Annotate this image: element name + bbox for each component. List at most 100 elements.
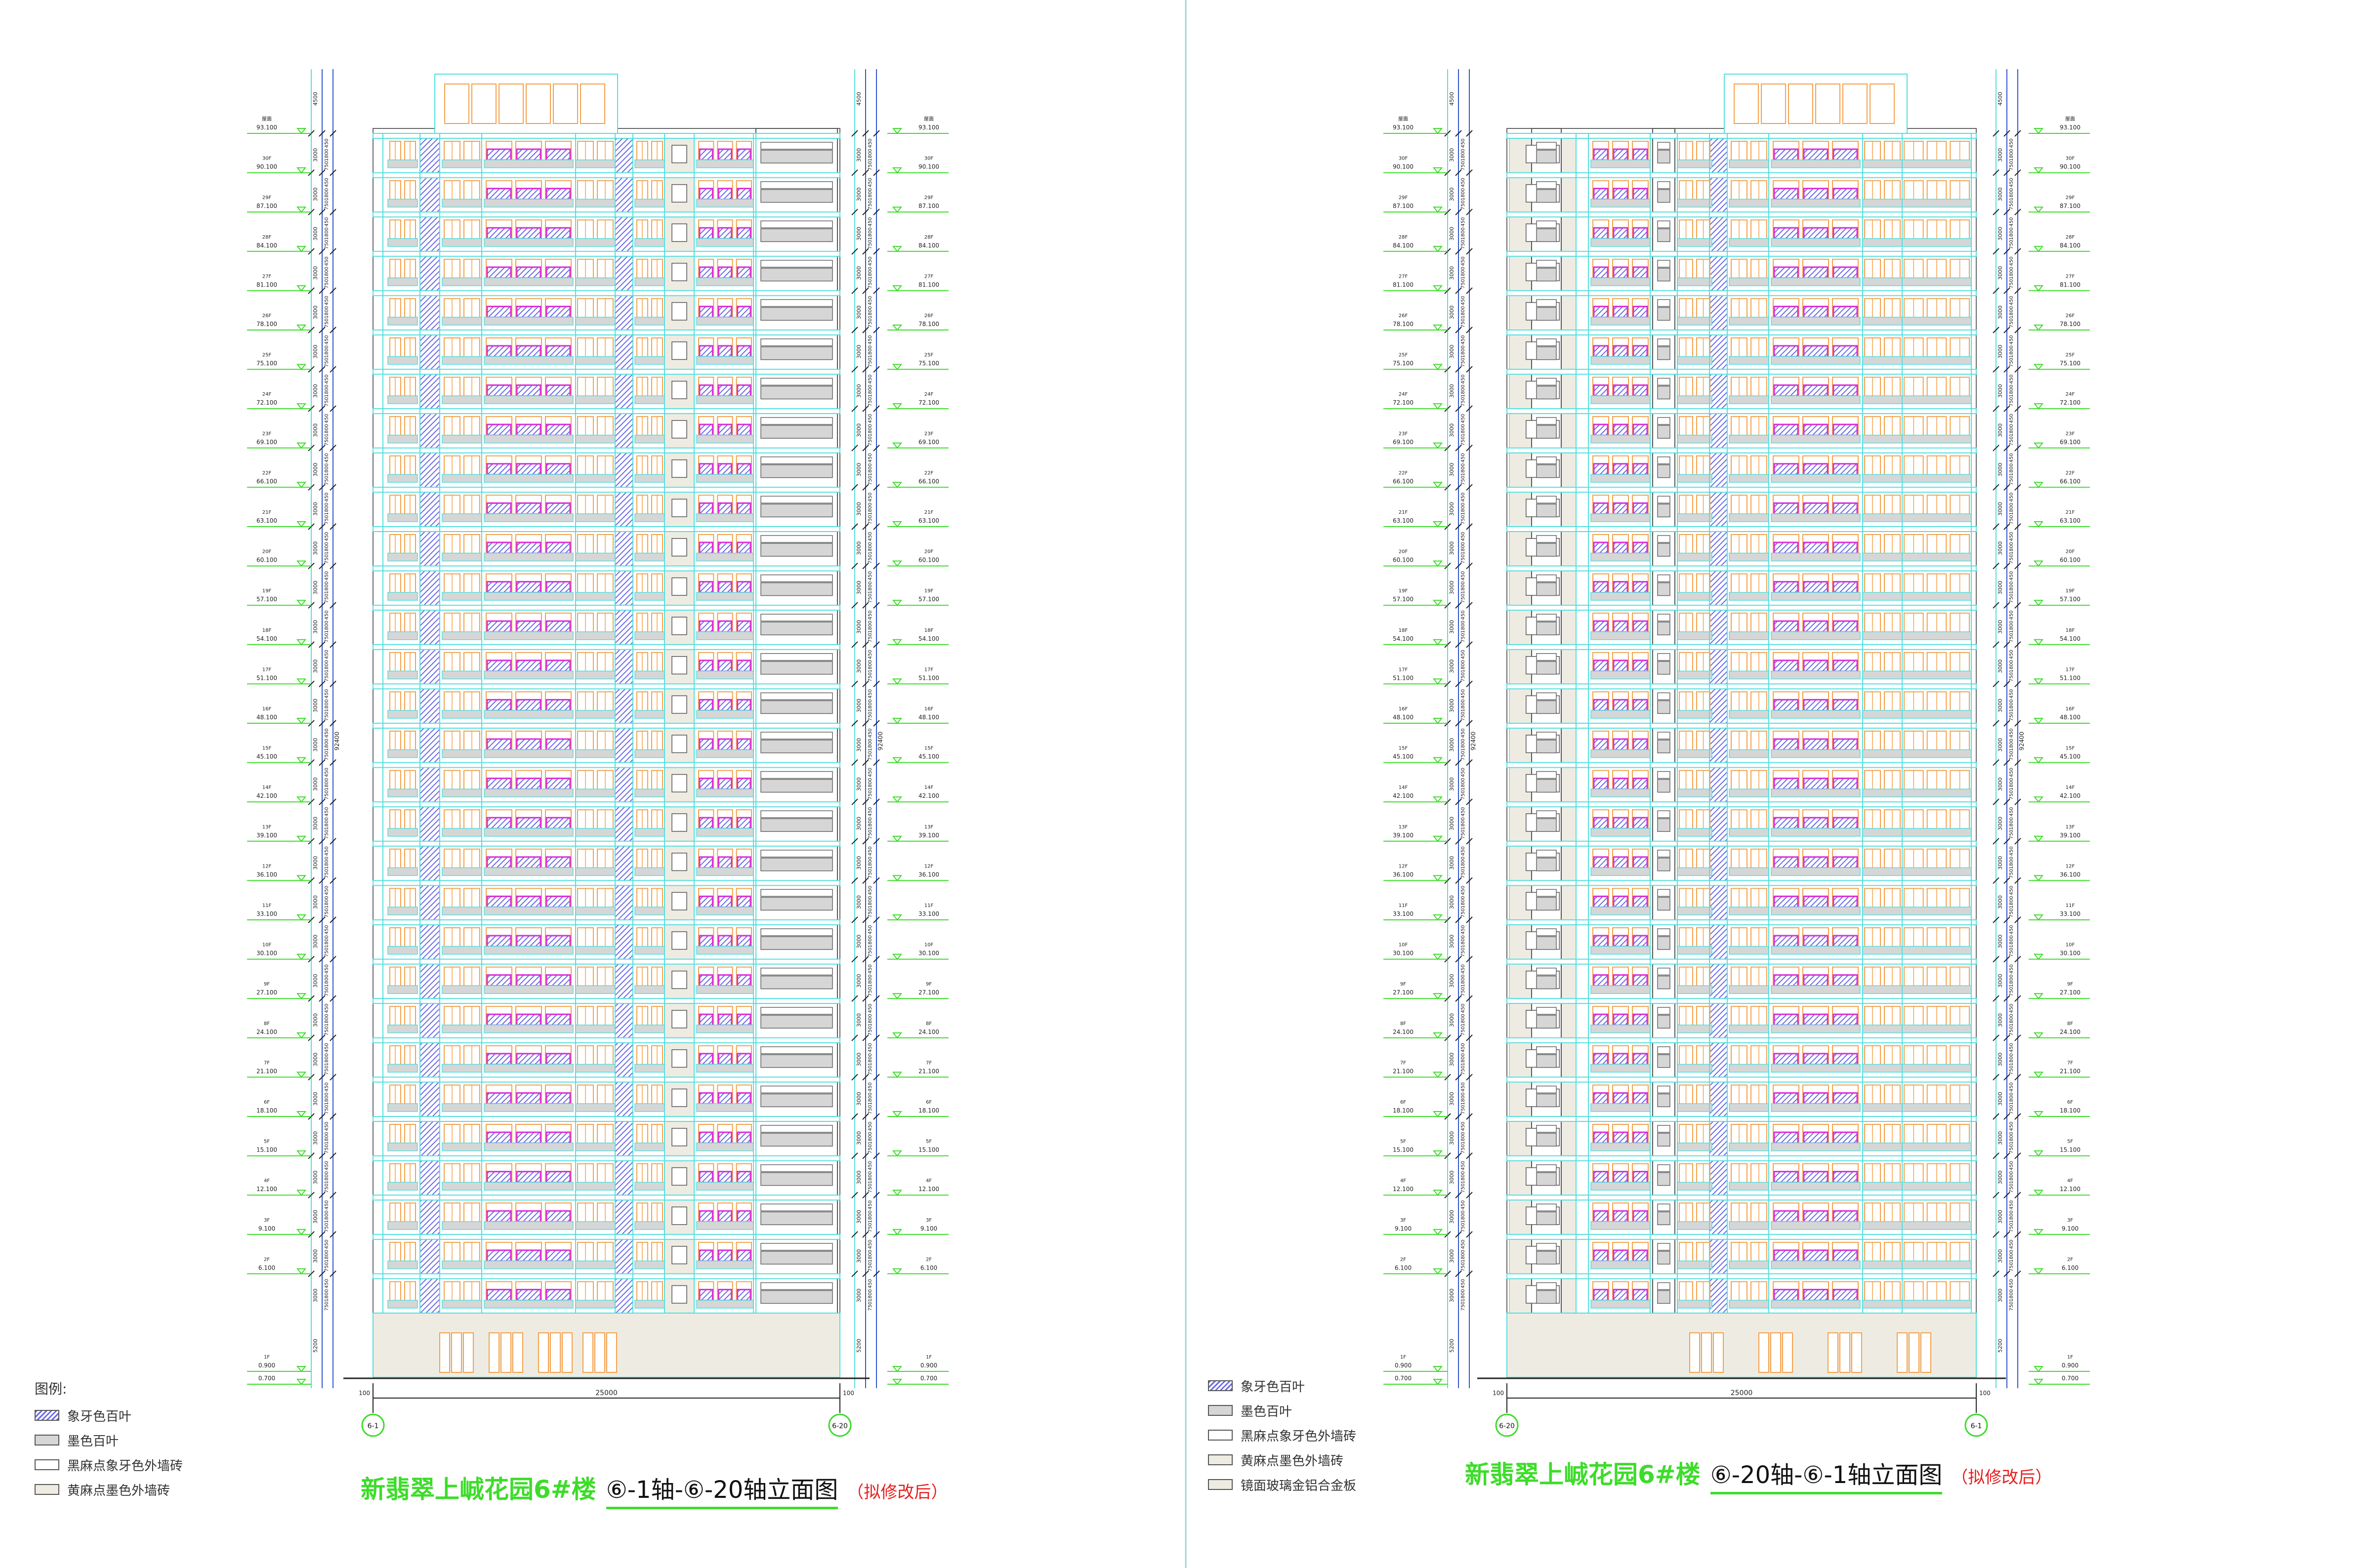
level-floor-text: 23F: [1399, 431, 1408, 437]
balcony-rail-panel: [387, 1103, 418, 1112]
ink-louver-panel: [1536, 464, 1557, 478]
magenta-louver-panel: [737, 1288, 751, 1301]
sill-dim-text: 750: [324, 948, 330, 957]
balcony-rail-panel: [575, 828, 616, 837]
core-window: [1536, 535, 1557, 543]
level-floor-text: 12F: [924, 864, 934, 869]
floor-height-dim-text: 3000: [856, 974, 862, 988]
core-window: [760, 1007, 833, 1015]
level-elevation-text: 78.100: [2060, 321, 2080, 328]
head-dim-text: 450: [868, 925, 873, 934]
balcony-rail-panel: [387, 907, 418, 915]
sill-dim-text: 750: [868, 436, 873, 446]
balcony-rail-panel: [696, 238, 754, 247]
window-dim-text: 1800: [1460, 739, 1466, 751]
core-window: [1657, 181, 1670, 189]
level-elevation-text: 90.100: [1393, 164, 1414, 170]
balcony-rail-panel: [1590, 1142, 1651, 1152]
balcony-rail-panel: [575, 238, 616, 247]
sill-dim-text: 750: [868, 240, 873, 249]
magenta-louver-panel: [1773, 1013, 1799, 1026]
window-dim-text: 1800: [1460, 975, 1466, 987]
ink-louver-panel: [1657, 975, 1670, 990]
legend-item-ink-tile: 黄麻点墨色外墙砖: [1208, 1447, 1356, 1472]
wall-opening: [671, 184, 687, 203]
magenta-louver-panel: [516, 856, 541, 869]
level-floor-text: 22F: [262, 470, 272, 476]
floor-height-dim-text: 3000: [856, 266, 862, 280]
window-dim-text: 1800: [1460, 345, 1466, 358]
head-dim-text: 450: [1460, 453, 1466, 462]
level-floor-text: 5F: [2067, 1139, 2073, 1145]
head-dim-text: 450: [868, 1161, 873, 1170]
magenta-louver-panel: [717, 660, 733, 672]
balcony-rail-panel: [1771, 1142, 1861, 1152]
balcony-rail-panel: [696, 395, 754, 404]
magenta-louver-panel: [737, 738, 751, 751]
floor-height-dim-text: 3000: [1449, 1170, 1455, 1184]
floor-height-dim-text: 3000: [312, 1210, 319, 1224]
ink-louver-panel: [760, 740, 833, 753]
balcony-rail-panel: [484, 867, 574, 876]
core-window: [760, 1125, 833, 1133]
head-dim-text: 450: [1460, 689, 1466, 699]
balcony-rail-panel: [696, 749, 754, 758]
balcony-rail-panel: [1677, 788, 1712, 797]
floor-height-dim-text: 3000: [312, 1013, 319, 1027]
window-dim-text: 1800: [324, 896, 330, 908]
magenta-louver-panel: [486, 699, 512, 711]
level-floor-text: 15F: [2066, 746, 2075, 751]
level-elevation-text: 39.100: [918, 832, 939, 839]
level-floor-text: 2F: [926, 1257, 932, 1262]
legend-item-ink-louver: 墨色百叶: [1208, 1398, 1356, 1423]
balcony-rail-panel: [1677, 1300, 1712, 1309]
wall-opening: [671, 1167, 687, 1186]
balcony-rail-panel: [1902, 670, 1972, 680]
wall-opening: [671, 1246, 687, 1265]
sill-dim-text: 750: [868, 672, 873, 682]
balcony-rail-panel: [1902, 710, 1972, 719]
magenta-louver-panel: [1593, 1210, 1609, 1223]
level-marker-icon: [296, 1111, 307, 1117]
magenta-louver-panel: [699, 1210, 713, 1223]
sill-dim-text: 750: [1460, 201, 1466, 210]
core-window: [760, 299, 833, 307]
balcony-rail-panel: [484, 710, 574, 719]
ink-louver-panel: [760, 1093, 833, 1108]
magenta-louver-panel: [737, 188, 751, 201]
balcony-rail-panel: [575, 867, 616, 876]
magenta-louver-panel: [737, 1053, 751, 1066]
head-dim-text: 450: [324, 1200, 330, 1210]
balcony-rail-panel: [1590, 592, 1651, 601]
level-floor-text: 27F: [924, 274, 934, 279]
magenta-louver-panel: [1803, 502, 1829, 515]
legend-item-label: 墨色百叶: [1241, 1404, 1292, 1419]
magenta-louver-panel: [699, 1013, 713, 1026]
level-elevation-text: 78.100: [256, 321, 277, 328]
balcony-rail-panel: [442, 1025, 482, 1033]
magenta-louver-panel: [1803, 266, 1829, 279]
balcony-rail-panel: [1590, 670, 1651, 680]
magenta-louver-panel: [1593, 699, 1609, 711]
core-window: [1536, 889, 1557, 897]
magenta-louver-panel: [717, 463, 733, 476]
sill-dim-text: 750: [868, 594, 873, 603]
core-window: [1536, 1007, 1557, 1015]
head-dim-text: 450: [324, 217, 330, 227]
magenta-louver-panel: [737, 305, 751, 318]
magenta-louver-panel: [516, 463, 541, 476]
magenta-louver-panel: [1803, 1092, 1829, 1105]
window-dim-text: 1800: [324, 660, 330, 672]
core-window: [760, 142, 833, 150]
head-dim-text: 450: [324, 1121, 330, 1131]
level-marker-icon: [2033, 482, 2044, 489]
balcony-rail-panel: [1729, 592, 1769, 601]
window-dim-text: 1800: [1460, 857, 1466, 869]
balcony-rail-panel: [696, 1300, 754, 1309]
balcony-rail-panel: [387, 788, 418, 797]
level-floor-text: 27F: [1399, 274, 1408, 279]
core-window: [760, 535, 833, 543]
ink-louver-panel: [1536, 700, 1557, 714]
core-window: [1657, 771, 1670, 779]
sill-dim-text: 750: [868, 1223, 873, 1232]
